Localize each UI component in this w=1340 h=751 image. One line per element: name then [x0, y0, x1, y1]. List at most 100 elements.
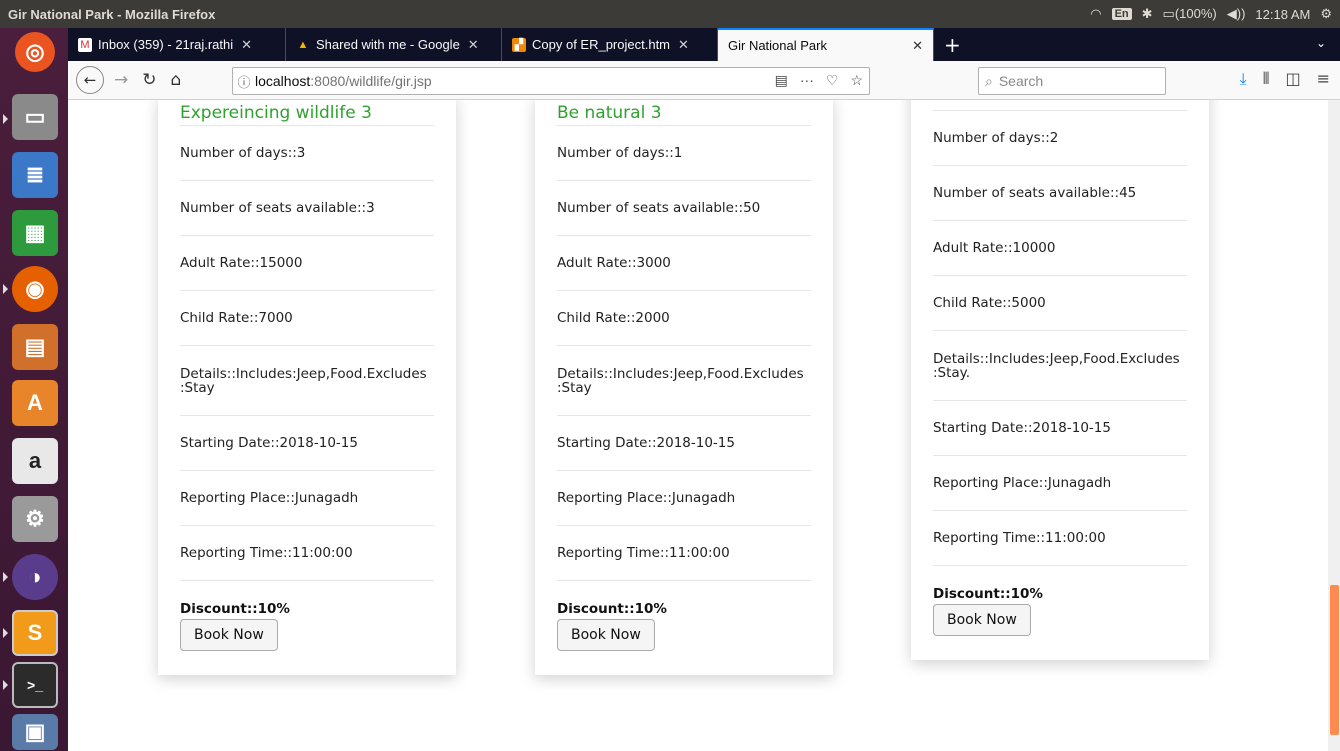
tour-details: Details::Includes:Jeep,Food.Excludes :St…	[180, 346, 434, 416]
url-bar[interactable]: ⓘ localhost:8080/wildlife/gir.jsp ▤ ··· …	[232, 67, 870, 95]
bookmark-star-icon[interactable]: ☆	[850, 72, 863, 89]
adult-rate: Adult Rate::15000	[180, 236, 434, 291]
reporting-time: Reporting Time::11:00:00	[557, 526, 811, 581]
tour-details: Details::Includes:Jeep,Food.Excludes :St…	[933, 331, 1187, 401]
system-tray: ◠ En ✱ ▭(100%) ◀)) 12:18 AM ⚙	[1090, 0, 1332, 28]
calc-icon[interactable]: ▦	[12, 210, 58, 256]
search-input[interactable]: ⌕ Search	[978, 67, 1166, 95]
top-panel: Gir National Park - Mozilla Firefox ◠ En…	[0, 0, 1340, 28]
number-of-days: Number of days::1	[557, 126, 811, 181]
adult-rate: Adult Rate::3000	[557, 236, 811, 291]
reporting-place: Reporting Place::Junagadh	[180, 471, 434, 526]
number-of-days: Number of days::2	[933, 111, 1187, 166]
tab-gir-national-park[interactable]: Gir National Park ✕	[718, 28, 934, 61]
adult-rate: Adult Rate::10000	[933, 221, 1187, 276]
wifi-icon[interactable]: ◠	[1090, 6, 1101, 22]
files-icon[interactable]: ▭	[12, 94, 58, 140]
menu-icon[interactable]: ≡	[1317, 69, 1330, 89]
url-host: localhost	[255, 73, 311, 89]
running-indicator	[3, 284, 8, 294]
url-path: :8080/wildlife/gir.jsp	[310, 73, 432, 89]
new-tab-button[interactable]: +	[934, 28, 971, 61]
book-now-button[interactable]: Book Now	[180, 619, 278, 651]
tour-title	[933, 100, 1187, 111]
page-scrollbar[interactable]	[1328, 100, 1340, 751]
amazon-icon[interactable]: a	[12, 438, 58, 484]
reader-view-icon[interactable]: ▤	[775, 72, 788, 89]
sidebar-icon[interactable]: ◫	[1285, 69, 1300, 89]
reporting-time: Reporting Time::11:00:00	[933, 511, 1187, 566]
system-settings-icon[interactable]: ⚙	[12, 496, 58, 542]
tab-google-drive[interactable]: ▲ Shared with me - Google ✕	[286, 28, 502, 61]
tab-er-project[interactable]: ▞ Copy of ER_project.htm ✕	[502, 28, 718, 61]
page-actions-icon[interactable]: ···	[800, 72, 814, 89]
child-rate: Child Rate::5000	[933, 276, 1187, 331]
writer-icon[interactable]: ≣	[12, 152, 58, 198]
draw-icon: ▞	[512, 37, 526, 52]
book-now-button[interactable]: Book Now	[557, 619, 655, 651]
seats-available: Number of seats available::45	[933, 166, 1187, 221]
settings-gear-icon[interactable]: ⚙	[1320, 6, 1332, 22]
sublime-text-icon[interactable]: S	[12, 610, 58, 656]
library-icon[interactable]: ⫴	[1263, 69, 1270, 89]
tab-list-chevron-icon[interactable]: ⌄	[1316, 36, 1326, 50]
reload-button[interactable]: ↻	[142, 70, 156, 90]
gmail-icon: M	[78, 37, 92, 52]
forward-button[interactable]: →	[114, 70, 128, 90]
page-content: Expereincing wildlife 3 Number of days::…	[68, 100, 1340, 751]
eclipse-icon[interactable]: ◑	[12, 554, 58, 600]
tour-card-3: Number of days::2 Number of seats availa…	[911, 100, 1209, 660]
firefox-icon[interactable]: ◉	[12, 266, 58, 312]
book-now-button[interactable]: Book Now	[933, 604, 1031, 636]
software-center-icon[interactable]: A	[12, 380, 58, 426]
close-tab-icon[interactable]: ✕	[678, 37, 689, 53]
starting-date: Starting Date::2018-10-15	[557, 416, 811, 471]
starting-date: Starting Date::2018-10-15	[933, 401, 1187, 456]
pocket-icon[interactable]: ♡	[826, 72, 839, 89]
tour-title: Be natural 3	[557, 100, 811, 126]
battery-icon: ▭	[1162, 6, 1175, 21]
close-tab-icon[interactable]: ✕	[468, 37, 479, 53]
site-info-icon[interactable]: ⓘ	[233, 72, 255, 91]
seats-available: Number of seats available::50	[557, 181, 811, 236]
running-indicator	[3, 680, 8, 690]
discount: Discount::10%	[180, 601, 290, 617]
tour-card-2: Be natural 3 Number of days::1 Number of…	[535, 100, 833, 675]
number-of-days: Number of days::3	[180, 126, 434, 181]
clock[interactable]: 12:18 AM	[1255, 7, 1310, 22]
unity-launcher: ◎ ▭ ≣ ▦ ◉ ▤ A a ⚙ ◑ S >_ ▣	[0, 28, 68, 751]
close-tab-icon[interactable]: ✕	[241, 37, 252, 53]
back-button[interactable]: ←	[76, 66, 104, 94]
running-indicator	[3, 572, 8, 582]
battery-indicator[interactable]: ▭(100%)	[1163, 6, 1217, 22]
child-rate: Child Rate::2000	[557, 291, 811, 346]
discount: Discount::10%	[557, 601, 667, 617]
child-rate: Child Rate::7000	[180, 291, 434, 346]
tour-card-1: Expereincing wildlife 3 Number of days::…	[158, 100, 456, 675]
seats-available: Number of seats available::3	[180, 181, 434, 236]
downloads-icon[interactable]: ⤓	[1240, 69, 1247, 89]
keyboard-language[interactable]: En	[1111, 8, 1132, 20]
reporting-place: Reporting Place::Junagadh	[557, 471, 811, 526]
starting-date: Starting Date::2018-10-15	[180, 416, 434, 471]
reporting-place: Reporting Place::Junagadh	[933, 456, 1187, 511]
reporting-time: Reporting Time::11:00:00	[180, 526, 434, 581]
bluetooth-icon[interactable]: ✱	[1142, 6, 1153, 22]
tab-gmail[interactable]: M Inbox (359) - 21raj.rathi ✕	[68, 28, 286, 61]
window-title: Gir National Park - Mozilla Firefox	[8, 6, 216, 22]
workspace-switcher-icon[interactable]: ▣	[12, 714, 58, 750]
scrollbar-thumb[interactable]	[1330, 585, 1339, 735]
volume-icon[interactable]: ◀))	[1227, 6, 1246, 22]
tour-details: Details::Includes:Jeep,Food.Excludes :St…	[557, 346, 811, 416]
search-icon: ⌕	[985, 72, 993, 89]
running-indicator	[3, 628, 8, 638]
impress-icon[interactable]: ▤	[12, 324, 58, 370]
ubuntu-dash-icon[interactable]: ◎	[15, 32, 55, 72]
home-button[interactable]: ⌂	[171, 70, 182, 90]
nav-bar: ← → ↻ ⌂ ⓘ localhost:8080/wildlife/gir.js…	[68, 61, 1340, 100]
terminal-icon[interactable]: >_	[12, 662, 58, 708]
drive-icon: ▲	[297, 38, 309, 51]
running-indicator	[3, 114, 8, 124]
close-tab-icon[interactable]: ✕	[912, 38, 923, 54]
discount: Discount::10%	[933, 586, 1043, 602]
